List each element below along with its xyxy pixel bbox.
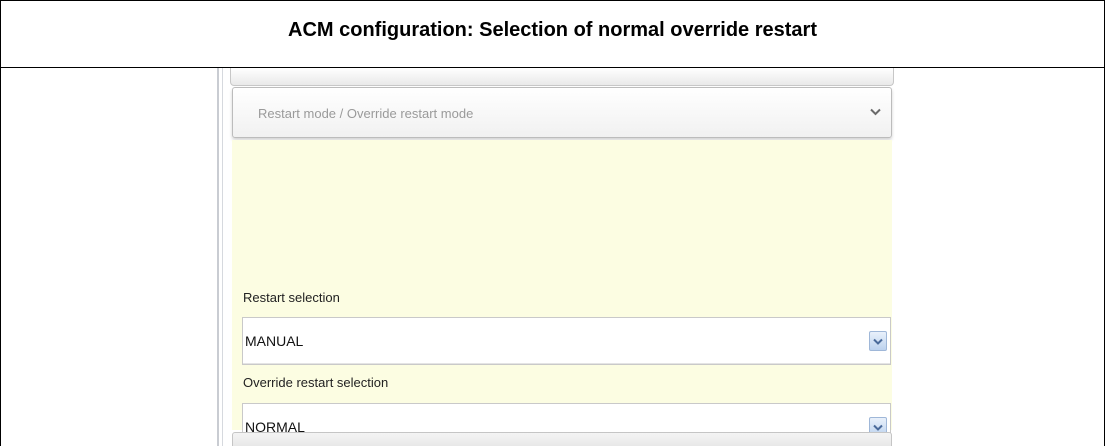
previous-section-edge [230,68,894,86]
section-body: Restart selection MANUAL Override restar… [232,140,892,446]
restart-selection-dropdown[interactable]: MANUAL [242,317,891,365]
section-header-label: Restart mode / Override restart mode [258,106,474,121]
chevron-down-icon[interactable] [870,103,881,119]
next-section-header[interactable] [232,432,892,446]
document-title: ACM configuration: Selection of normal o… [288,19,817,41]
restart-selection-value: MANUAL [245,333,304,349]
panel-border-inner [222,68,223,446]
override-restart-selection-label: Override restart selection [243,375,389,390]
restart-selection-label: Restart selection [243,290,340,305]
config-screenshot: Restart mode / Override restart mode Res… [217,68,895,446]
panel-border-left [217,68,219,446]
section-header-restart-mode[interactable]: Restart mode / Override restart mode [232,87,892,138]
dropdown-arrow-icon[interactable] [869,331,887,351]
